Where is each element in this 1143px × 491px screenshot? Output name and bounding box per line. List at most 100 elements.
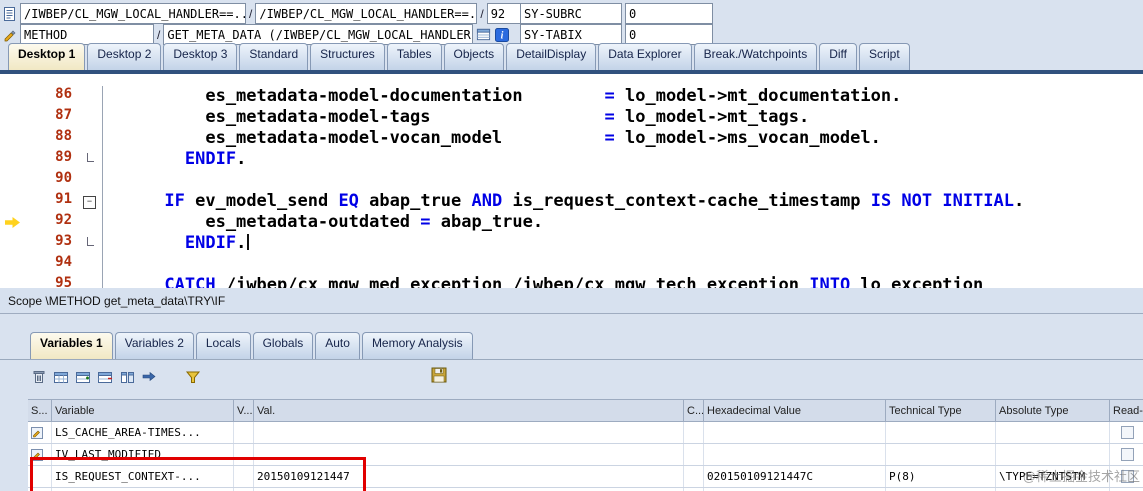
code-line-94[interactable]: 94 <box>0 254 1143 275</box>
readonly-checkbox[interactable] <box>1121 448 1134 461</box>
code-line-88[interactable]: 88 es_metadata-model-vocan_model = lo_mo… <box>0 128 1143 149</box>
include-field[interactable]: /IWBEP/CL_MGW_LOCAL_HANDLER==... <box>255 3 478 24</box>
breakpoint-margin[interactable] <box>0 86 26 107</box>
tab-standard[interactable]: Standard <box>239 43 309 70</box>
swap-icon[interactable] <box>140 369 157 386</box>
change-indicator-icon[interactable] <box>28 444 52 465</box>
cell[interactable]: IS_REQUEST_CONTEXT-... <box>52 466 234 487</box>
tab-auto[interactable]: Auto <box>315 332 360 359</box>
tab-script[interactable]: Script <box>859 43 910 70</box>
breakpoint-margin[interactable] <box>0 191 26 212</box>
save-icon[interactable] <box>430 366 447 383</box>
code-line-87[interactable]: 87 es_metadata-model-tags = lo_model->mt… <box>0 107 1143 128</box>
tab-break-watchpoints[interactable]: Break./Watchpoints <box>693 43 818 70</box>
fold-margin[interactable] <box>78 86 103 107</box>
column-header-v[interactable]: V... <box>234 400 254 421</box>
column-header-read-c[interactable]: Read-C <box>1110 400 1143 421</box>
tab-locals[interactable]: Locals <box>195 332 251 359</box>
fold-margin[interactable] <box>78 212 103 233</box>
column-header-s[interactable]: S... <box>28 400 52 421</box>
breakpoint-margin[interactable] <box>0 149 26 170</box>
cell[interactable]: LS_CACHE_AREA-TIMES... <box>52 422 234 443</box>
cell[interactable] <box>254 422 684 443</box>
fold-margin[interactable] <box>78 254 103 275</box>
tab-diff[interactable]: Diff <box>819 43 857 70</box>
tab-desktop-2[interactable]: Desktop 2 <box>87 43 162 70</box>
column-header-technical-type[interactable]: Technical Type <box>886 400 996 421</box>
tab-globals[interactable]: Globals <box>252 332 314 359</box>
filter-icon[interactable] <box>184 369 201 386</box>
breakpoint-margin[interactable] <box>0 212 26 233</box>
cell[interactable]: 20150109121447 <box>254 466 684 487</box>
breakpoint-margin[interactable] <box>0 128 26 149</box>
variable-row-2[interactable]: IV_LAST_MODIFIED <box>28 444 1143 466</box>
readonly-checkbox[interactable] <box>1121 426 1134 439</box>
fold-margin[interactable] <box>78 128 103 149</box>
change-indicator-icon[interactable] <box>28 422 52 443</box>
cell[interactable] <box>886 444 996 465</box>
tab-desktop-3[interactable]: Desktop 3 <box>163 43 238 70</box>
collapse-icon[interactable]: − <box>83 196 96 209</box>
tab-data-explorer[interactable]: Data Explorer <box>598 43 692 70</box>
cell[interactable]: 020150109121447C <box>704 466 886 487</box>
cell[interactable] <box>704 444 886 465</box>
sy-tabix-label-field[interactable]: SY-TABIX <box>520 24 622 45</box>
cell[interactable] <box>996 444 1110 465</box>
cell[interactable] <box>684 444 704 465</box>
cell[interactable]: P(8) <box>886 466 996 487</box>
tab-tables[interactable]: Tables <box>386 43 442 70</box>
breakpoint-margin[interactable] <box>0 107 26 128</box>
cell[interactable] <box>704 422 886 443</box>
fold-margin[interactable] <box>78 233 103 254</box>
column-header-hexadecimal-value[interactable]: Hexadecimal Value <box>704 400 886 421</box>
column-header-variable[interactable]: Variable <box>52 400 234 421</box>
sy-subrc-value-field[interactable]: 0 <box>625 3 713 24</box>
columns-icon[interactable] <box>118 369 135 386</box>
cell[interactable] <box>28 466 52 487</box>
delete-row-icon[interactable] <box>96 369 113 386</box>
column-header-val[interactable]: Val. <box>254 400 684 421</box>
cell[interactable] <box>996 422 1110 443</box>
unit-name-field[interactable]: GET_META_DATA (/IWBEP/CL_MGW_LOCAL_HANDL… <box>163 24 474 45</box>
main-program-field[interactable]: /IWBEP/CL_MGW_LOCAL_HANDLER==... <box>20 3 246 24</box>
column-header-c[interactable]: C... <box>684 400 704 421</box>
info-icon[interactable]: i <box>494 27 509 42</box>
code-line-89[interactable]: 89 ENDIF. <box>0 149 1143 170</box>
code-line-92[interactable]: 92 es_metadata-outdated = abap_true. <box>0 212 1143 233</box>
cell[interactable] <box>254 444 684 465</box>
unit-type-field[interactable]: METHOD <box>20 24 154 45</box>
cell[interactable] <box>886 422 996 443</box>
code-line-93[interactable]: 93 ENDIF. <box>0 233 1143 254</box>
sy-subrc-label-field[interactable]: SY-SUBRC <box>520 3 622 24</box>
readonly-cell[interactable] <box>1110 444 1143 465</box>
breakpoint-margin[interactable] <box>0 170 26 191</box>
cell[interactable] <box>234 466 254 487</box>
table-layout-icon[interactable] <box>52 369 69 386</box>
code-line-91[interactable]: 91− IF ev_model_send EQ abap_true AND is… <box>0 191 1143 212</box>
cell[interactable] <box>234 444 254 465</box>
variable-row-3[interactable]: IS_REQUEST_CONTEXT-... 20150109121447 0201… <box>28 466 1143 488</box>
cell[interactable]: IV_LAST_MODIFIED <box>52 444 234 465</box>
sy-tabix-value-field[interactable]: 0 <box>625 24 713 45</box>
tab-variables-1[interactable]: Variables 1 <box>30 332 113 359</box>
delete-all-icon[interactable] <box>30 369 47 386</box>
variable-row-1[interactable]: LS_CACHE_AREA-TIMES... <box>28 422 1143 444</box>
cell[interactable] <box>684 422 704 443</box>
tab-structures[interactable]: Structures <box>310 43 385 70</box>
fold-margin[interactable]: − <box>78 191 103 212</box>
insert-row-icon[interactable] <box>74 369 91 386</box>
fold-margin[interactable] <box>78 170 103 191</box>
tab-memory-analysis[interactable]: Memory Analysis <box>361 332 473 359</box>
tab-objects[interactable]: Objects <box>443 43 505 70</box>
list-icon[interactable] <box>476 27 491 42</box>
tab-desktop-1[interactable]: Desktop 1 <box>8 43 86 70</box>
readonly-cell[interactable] <box>1110 422 1143 443</box>
tab-detaildisplay[interactable]: DetailDisplay <box>506 43 597 70</box>
code-line-90[interactable]: 90 <box>0 170 1143 191</box>
fold-margin[interactable] <box>78 107 103 128</box>
code-line-86[interactable]: 86 es_metadata-model-documentation = lo_… <box>0 86 1143 107</box>
breakpoint-margin[interactable] <box>0 254 26 275</box>
cell[interactable] <box>684 466 704 487</box>
cell[interactable] <box>234 422 254 443</box>
fold-margin[interactable] <box>78 149 103 170</box>
